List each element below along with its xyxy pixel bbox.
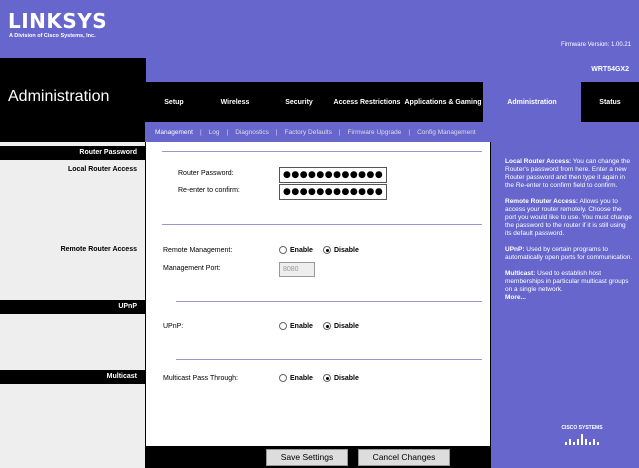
subnav-diagnostics[interactable]: Diagnostics <box>235 129 269 136</box>
help-local-router-access: Local Router Access: You can change the … <box>505 158 633 190</box>
radio-label-enable: Enable <box>290 322 313 330</box>
linksys-logo-subtitle: A Division of Cisco Systems, Inc. <box>9 33 96 39</box>
tab-applications-gaming[interactable]: Applications & Gaming <box>403 82 483 122</box>
subnav-separator: | <box>199 128 202 136</box>
help-multicast: Multicast: Used to establish host member… <box>505 270 633 294</box>
subnav-separator: | <box>408 128 411 136</box>
help-upnp: UPnP: Used by certain programs to automa… <box>505 246 633 262</box>
upnp-enable-option[interactable]: Enable <box>279 322 313 330</box>
tab-wireless[interactable]: Wireless <box>203 82 267 122</box>
cisco-logo-text: CISCO SYSTEMS <box>561 425 603 431</box>
help-remote-router-access: Remote Router Access: Allows you to acce… <box>505 198 633 238</box>
firmware-version: Firmware Version: 1.00.21 <box>560 42 631 48</box>
help-title: UPnP: <box>505 246 525 253</box>
help-more-link[interactable]: More... <box>505 294 633 302</box>
subnav-separator: | <box>226 128 229 136</box>
model-bar: WRT54GX2 <box>145 58 639 82</box>
cisco-bars-icon <box>552 434 612 445</box>
cancel-changes-button[interactable]: Cancel Changes <box>358 449 450 466</box>
radio-button-selected[interactable] <box>322 374 331 382</box>
divider <box>162 151 482 152</box>
header: LINKSYS A Division of Cisco Systems, Inc… <box>0 0 639 58</box>
remote-management-radio-group: Enable Disable <box>279 246 365 254</box>
section-router-password: Router Password <box>0 146 145 160</box>
label-local-router-access: Local Router Access <box>68 166 137 173</box>
section-labels-column: Router Password Local Router Access Remo… <box>0 142 145 468</box>
tab-security[interactable]: Security <box>267 82 331 122</box>
page-title: Administration <box>8 88 110 105</box>
subnav-config-management[interactable]: Config Management <box>417 129 476 136</box>
subnav-management[interactable]: Management <box>155 129 193 136</box>
help-title: Remote Router Access: <box>505 198 579 205</box>
tab-administration[interactable]: Administration <box>483 82 581 122</box>
router-password-field[interactable]: ●●●●●●●●●●●● <box>279 167 387 183</box>
multicast-enable-option[interactable]: Enable <box>279 374 313 382</box>
router-password-label: Router Password: <box>178 170 234 177</box>
reenter-password-label: Re-enter to confirm: <box>178 187 240 194</box>
upnp-disable-option[interactable]: Disable <box>322 322 359 330</box>
radio-button-selected[interactable] <box>322 246 331 254</box>
divider <box>176 359 482 360</box>
help-text: Used by certain programs to automaticall… <box>505 246 633 261</box>
action-bar: Save Settings Cancel Changes <box>145 446 490 468</box>
subnav-log[interactable]: Log <box>209 129 220 136</box>
radio-button-selected[interactable] <box>322 322 331 330</box>
model-name: WRT54GX2 <box>591 66 629 73</box>
help-title: Multicast: <box>505 270 536 277</box>
upnp-radio-group: Enable Disable <box>279 322 365 330</box>
multicast-label: Multicast Pass Through: <box>163 375 238 382</box>
multicast-disable-option[interactable]: Disable <box>322 374 359 382</box>
save-settings-button[interactable]: Save Settings <box>266 449 348 466</box>
reenter-password-field[interactable]: ●●●●●●●●●●●● <box>279 184 387 200</box>
radio-button[interactable] <box>279 374 287 382</box>
subnav-separator: | <box>338 128 341 136</box>
tab-status[interactable]: Status <box>581 82 639 122</box>
radio-label-disable: Disable <box>333 374 359 382</box>
subnav-firmware-upgrade[interactable]: Firmware Upgrade <box>348 129 402 136</box>
linksys-logo: LINKSYS <box>8 9 108 33</box>
help-panel: Local Router Access: You can change the … <box>490 142 639 468</box>
help-title: Local Router Access: <box>505 158 572 165</box>
radio-button[interactable] <box>279 322 287 330</box>
remote-management-enable-option[interactable]: Enable <box>279 246 313 254</box>
multicast-radio-group: Enable Disable <box>279 374 365 382</box>
radio-label-enable: Enable <box>290 374 313 382</box>
subnav-factory-defaults[interactable]: Factory Defaults <box>285 129 332 136</box>
subnav-separator: | <box>275 128 278 136</box>
radio-button[interactable] <box>279 246 287 254</box>
sub-navigation: Management | Log | Diagnostics | Factory… <box>145 122 639 142</box>
management-port-field[interactable]: 8080 <box>279 262 315 277</box>
radio-label-disable: Disable <box>333 246 359 254</box>
management-port-label: Management Port: <box>163 265 221 272</box>
tab-setup[interactable]: Setup <box>145 82 203 122</box>
main-content: Router Password: ●●●●●●●●●●●● Re-enter t… <box>145 142 490 446</box>
remote-management-disable-option[interactable]: Disable <box>322 246 359 254</box>
label-remote-router-access: Remote Router Access <box>60 246 137 253</box>
upnp-label: UPnP: <box>163 323 184 330</box>
tab-access-restrictions[interactable]: Access Restrictions <box>331 82 403 122</box>
radio-label-disable: Disable <box>333 322 359 330</box>
main-tabs: Setup Wireless Security Access Restricti… <box>145 82 639 122</box>
cisco-logo: CISCO SYSTEMS <box>552 424 612 445</box>
section-multicast: Multicast <box>0 370 145 384</box>
page-title-area: Administration <box>0 58 145 142</box>
remote-management-label: Remote Management: <box>163 247 233 254</box>
radio-label-enable: Enable <box>290 246 313 254</box>
divider <box>162 224 482 225</box>
divider <box>176 301 482 302</box>
section-upnp: UPnP <box>0 300 145 314</box>
